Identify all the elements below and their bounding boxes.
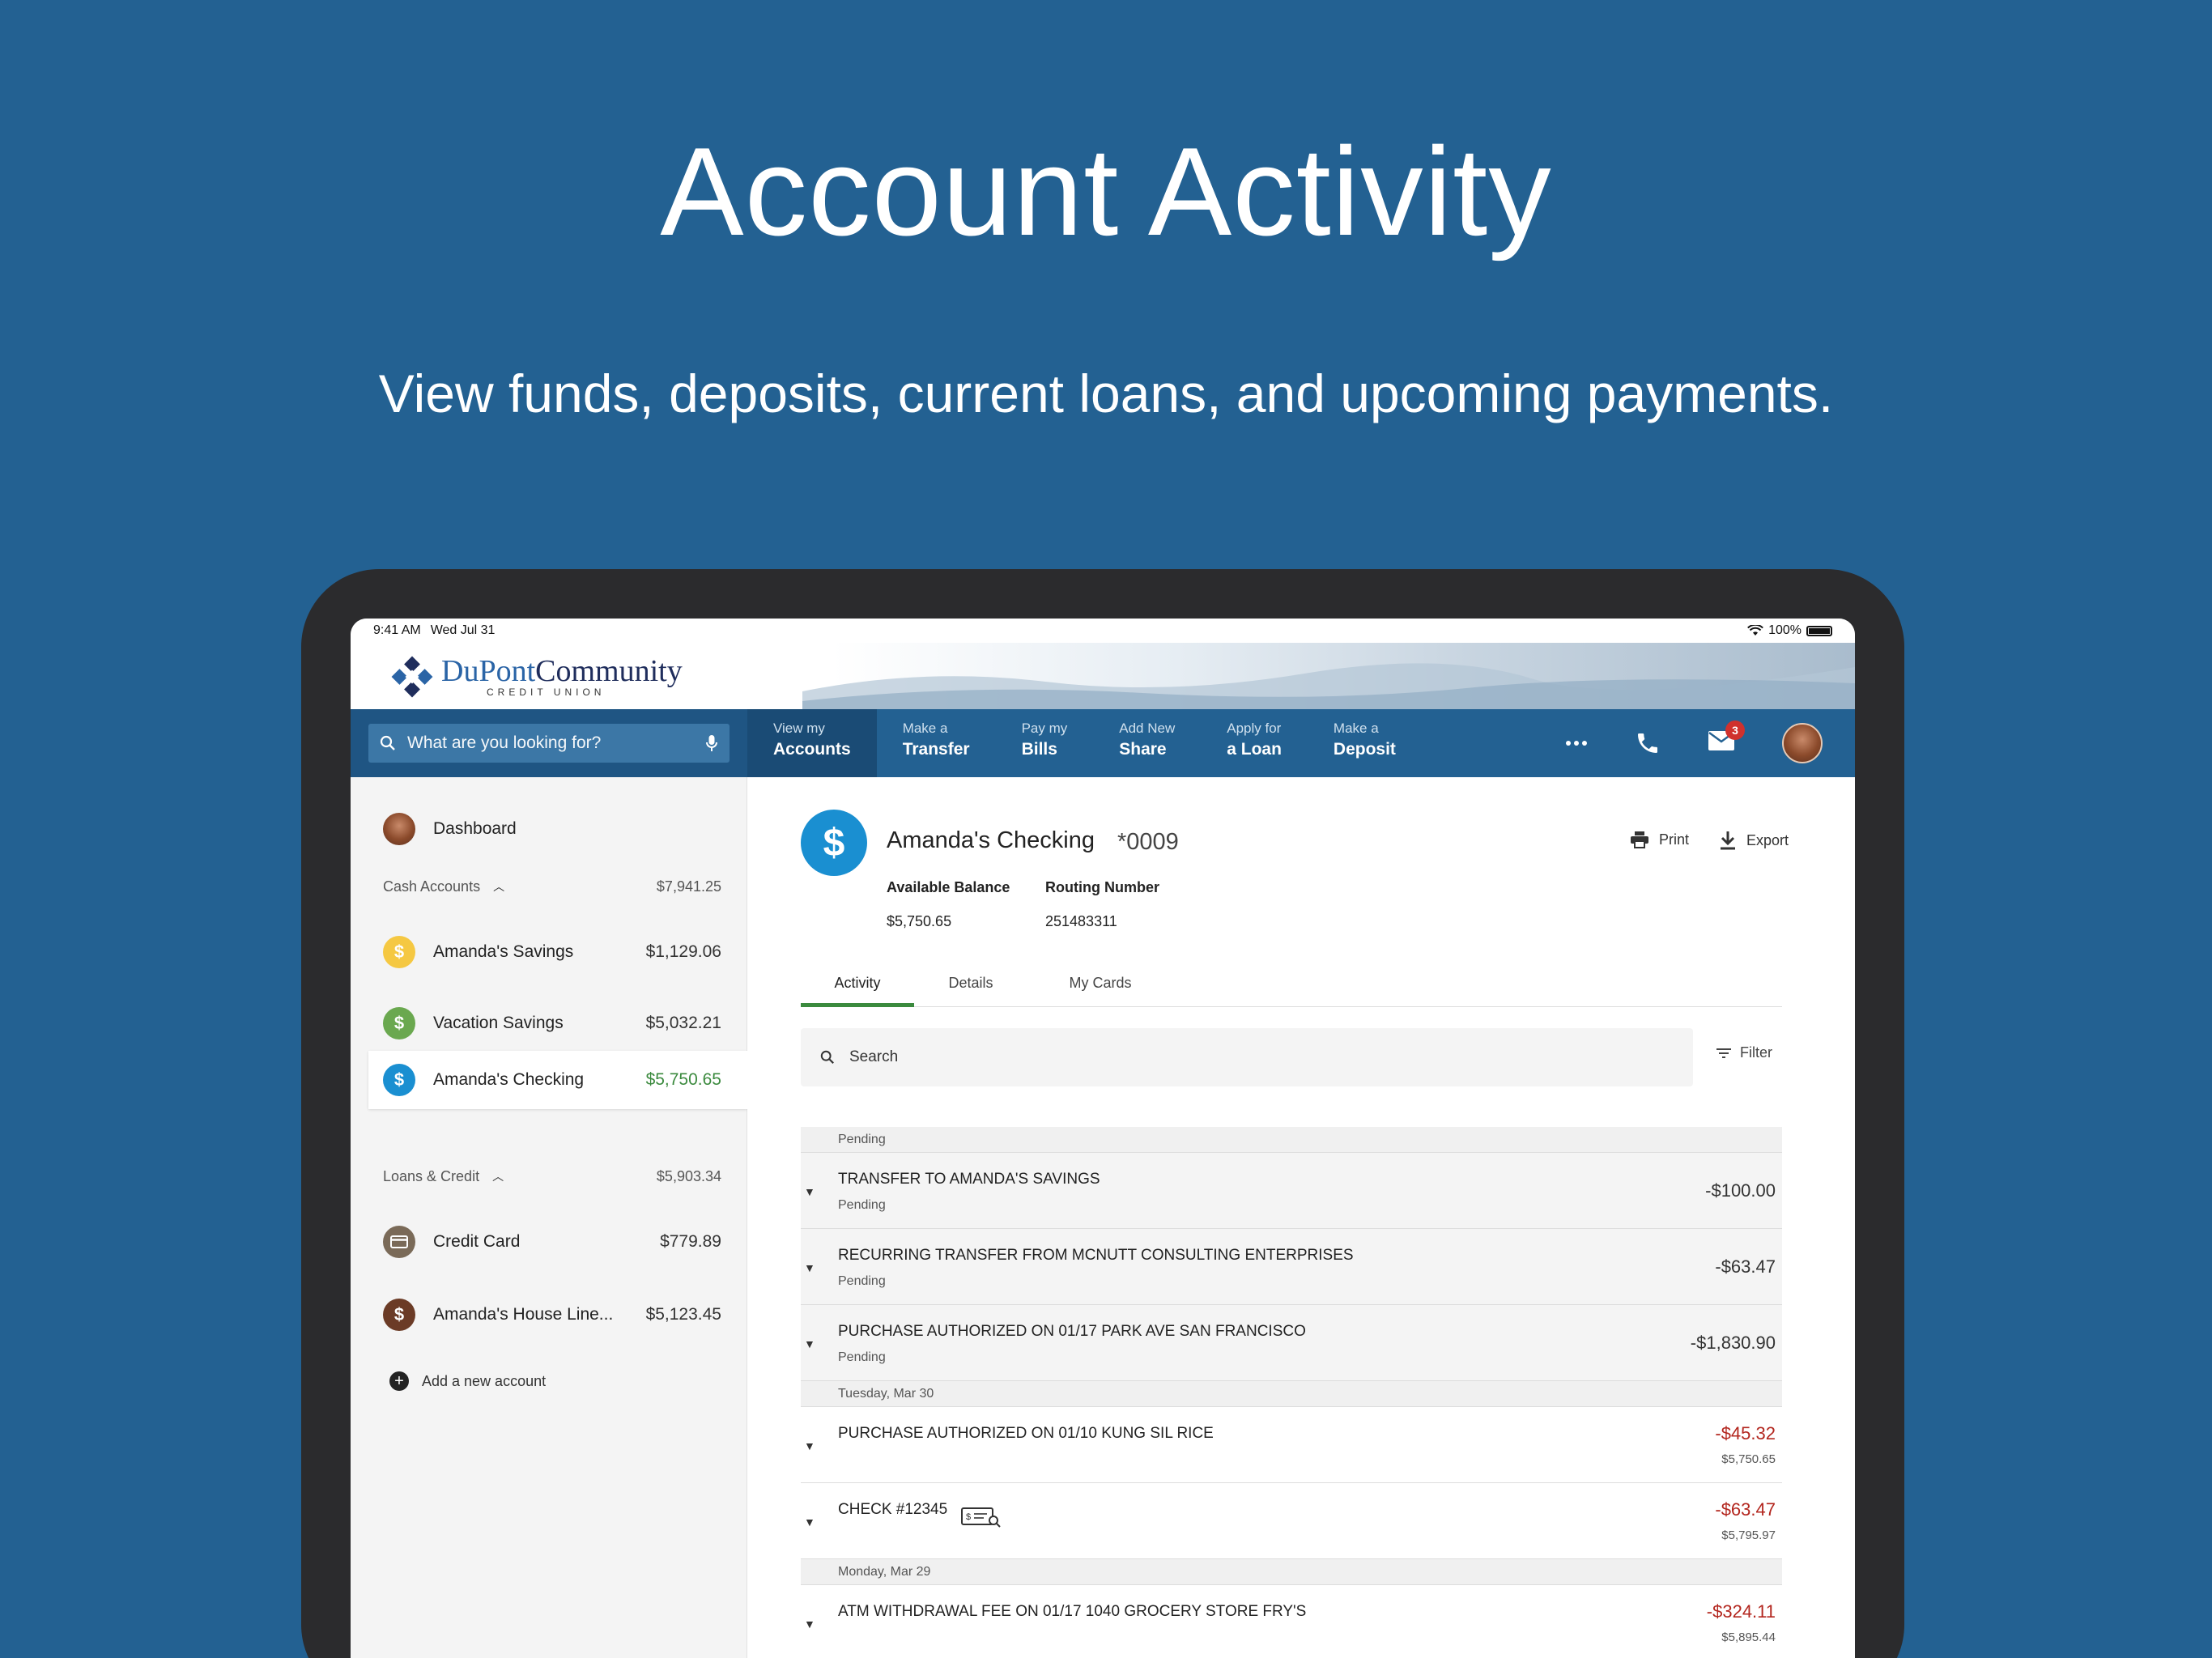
- svg-text:$: $: [966, 1512, 971, 1522]
- group-header-date: Monday, Mar 29: [801, 1559, 1782, 1585]
- nav-pay-bills[interactable]: Pay my Bills: [996, 709, 1094, 777]
- sidebar: Dashboard Cash Accounts ︿ $7,941.25 $ Am…: [351, 777, 747, 1658]
- battery-percent: 100%: [1768, 623, 1802, 637]
- filter-icon: [1716, 1048, 1731, 1058]
- table-row[interactable]: ▼ ATM WITHDRAWAL FEE ON 01/17 1040 GROCE…: [801, 1585, 1782, 1658]
- global-search-input[interactable]: What are you looking for?: [368, 724, 730, 763]
- chevron-up-icon: ︿: [492, 1170, 504, 1183]
- dollar-icon: $: [383, 1299, 415, 1331]
- mail-badge: 3: [1725, 721, 1745, 740]
- tab-activity[interactable]: Activity: [801, 971, 914, 1007]
- account-title: Amanda's Checking: [887, 827, 1095, 853]
- table-row[interactable]: ▼ PURCHASE AUTHORIZED ON 01/17 PARK AVE …: [801, 1305, 1782, 1381]
- table-row[interactable]: ▼ RECURRING TRANSFER FROM MCNUTT CONSULT…: [801, 1229, 1782, 1305]
- caret-down-icon[interactable]: ▼: [804, 1261, 815, 1274]
- table-row[interactable]: ▼ PURCHASE AUTHORIZED ON 01/10 KUNG SIL …: [801, 1407, 1782, 1483]
- search-icon: [820, 1050, 834, 1064]
- mail-button[interactable]: 3: [1708, 721, 1745, 756]
- plus-icon: +: [389, 1371, 409, 1391]
- check-image-icon[interactable]: $: [961, 1506, 1002, 1528]
- activity-search-input[interactable]: Search: [801, 1028, 1693, 1086]
- account-detail: $ Amanda's Checking *0009 Available Bala…: [747, 777, 1855, 1658]
- brand-sub: CREDIT UNION: [487, 687, 606, 698]
- wifi-icon: [1747, 625, 1763, 636]
- caret-down-icon[interactable]: ▼: [804, 1439, 815, 1452]
- nav-apply-loan[interactable]: Apply for a Loan: [1201, 709, 1308, 777]
- dollar-icon: $: [383, 1007, 415, 1039]
- sidebar-item-house-line[interactable]: $ Amanda's House Line... $5,123.45: [351, 1290, 747, 1339]
- chevron-up-icon: ︿: [493, 880, 505, 893]
- hero-title: Account Activity: [660, 121, 1552, 261]
- brand-name-b: Community: [535, 654, 683, 688]
- status-date: Wed Jul 31: [430, 623, 496, 637]
- sidebar-item-credit-card[interactable]: Credit Card $779.89: [351, 1218, 747, 1266]
- app-screen: 9:41 AM Wed Jul 31 100% DuPontCommunity …: [351, 619, 1855, 1658]
- dollar-icon: $: [383, 936, 415, 968]
- table-row[interactable]: ▼ TRANSFER TO AMANDA'S SAVINGS Pending -…: [801, 1153, 1782, 1229]
- caret-down-icon[interactable]: ▼: [804, 1185, 815, 1198]
- loans-credit-section[interactable]: Loans & Credit ︿ $5,903.34: [383, 1164, 721, 1188]
- brand-logo[interactable]: DuPontCommunity CREDIT UNION: [389, 654, 683, 699]
- account-number: *0009: [1117, 829, 1179, 855]
- sidebar-item-amandas-checking[interactable]: $ Amanda's Checking $5,750.65: [368, 1051, 747, 1109]
- group-header-date: Tuesday, Mar 30: [801, 1381, 1782, 1407]
- phone-icon[interactable]: [1635, 730, 1661, 756]
- caret-down-icon[interactable]: ▼: [804, 1618, 815, 1630]
- sidebar-item-amandas-savings[interactable]: $ Amanda's Savings $1,129.06: [351, 928, 747, 976]
- status-time: 9:41 AM: [373, 623, 421, 637]
- search-placeholder: What are you looking for?: [407, 733, 602, 752]
- dollar-icon: $: [801, 810, 867, 876]
- tab-my-cards[interactable]: My Cards: [1036, 971, 1165, 1007]
- available-balance-value: $5,750.65: [887, 913, 952, 929]
- microphone-icon[interactable]: [705, 734, 718, 752]
- download-icon: [1721, 831, 1735, 850]
- dollar-icon: $: [383, 1064, 415, 1096]
- mountain-banner: [802, 663, 1855, 709]
- search-icon: [380, 735, 395, 750]
- hero-subtitle: View funds, deposits, current loans, and…: [378, 363, 1834, 423]
- transaction-list: Pending ▼ TRANSFER TO AMANDA'S SAVINGS P…: [801, 1127, 1782, 1658]
- sidebar-item-dashboard[interactable]: Dashboard: [351, 810, 747, 848]
- print-icon: [1631, 831, 1648, 848]
- nav-add-share[interactable]: Add New Share: [1093, 709, 1201, 777]
- battery-icon: [1806, 625, 1832, 636]
- table-row[interactable]: ▼ CHECK #12345 $ -$63.47 $5,795.97: [801, 1483, 1782, 1559]
- tab-details[interactable]: Details: [914, 971, 1027, 1007]
- credit-card-icon: [383, 1226, 415, 1258]
- caret-down-icon[interactable]: ▼: [804, 1337, 815, 1350]
- logo-mark-icon: [391, 656, 433, 698]
- avatar: [383, 813, 415, 845]
- user-avatar[interactable]: [1782, 723, 1823, 763]
- cash-accounts-section[interactable]: Cash Accounts ︿ $7,941.25: [383, 874, 721, 899]
- add-account-button[interactable]: + Add a new account: [389, 1371, 546, 1391]
- nav-view-accounts[interactable]: View my Accounts: [747, 709, 877, 777]
- group-header-pending: Pending: [801, 1127, 1782, 1153]
- export-button[interactable]: Export: [1719, 831, 1789, 850]
- account-tabs: Activity Details My Cards: [801, 971, 1782, 1007]
- caret-down-icon[interactable]: ▼: [804, 1516, 815, 1528]
- brand-name-a: DuPont: [441, 654, 536, 688]
- nav-make-deposit[interactable]: Make a Deposit: [1308, 709, 1422, 777]
- routing-number-value: 251483311: [1045, 913, 1117, 929]
- nav-make-transfer[interactable]: Make a Transfer: [877, 709, 996, 777]
- sidebar-item-vacation-savings[interactable]: $ Vacation Savings $5,032.21: [351, 999, 747, 1048]
- routing-number-label: Routing Number: [1045, 879, 1159, 895]
- brand-header: DuPontCommunity CREDIT UNION: [351, 643, 1855, 709]
- filter-button[interactable]: Filter: [1716, 1044, 1772, 1061]
- more-icon[interactable]: [1565, 740, 1588, 746]
- print-button[interactable]: Print: [1630, 831, 1689, 848]
- top-nav: What are you looking for? View my Accoun…: [351, 709, 1855, 777]
- available-balance-label: Available Balance: [887, 879, 1010, 895]
- status-bar: 9:41 AM Wed Jul 31 100%: [351, 619, 1855, 643]
